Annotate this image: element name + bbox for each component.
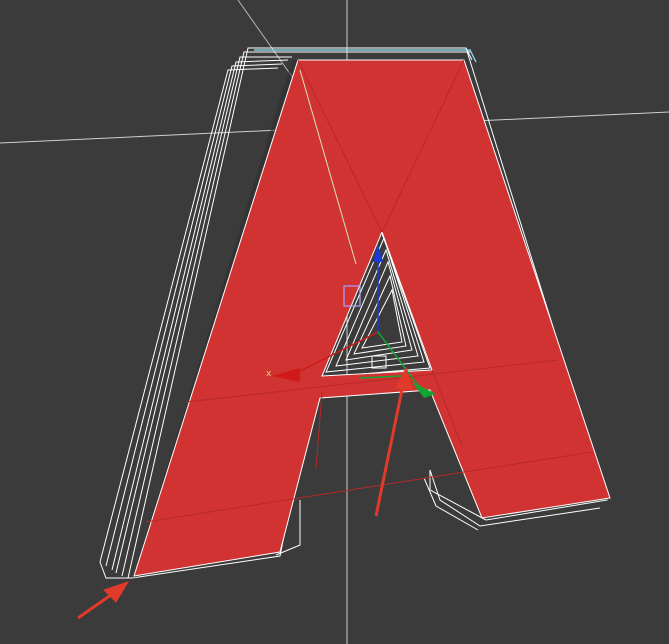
gizmo-x-label: x	[266, 369, 272, 379]
viewport-scene[interactable]: x	[0, 0, 669, 644]
3d-viewport[interactable]: x	[0, 0, 669, 644]
